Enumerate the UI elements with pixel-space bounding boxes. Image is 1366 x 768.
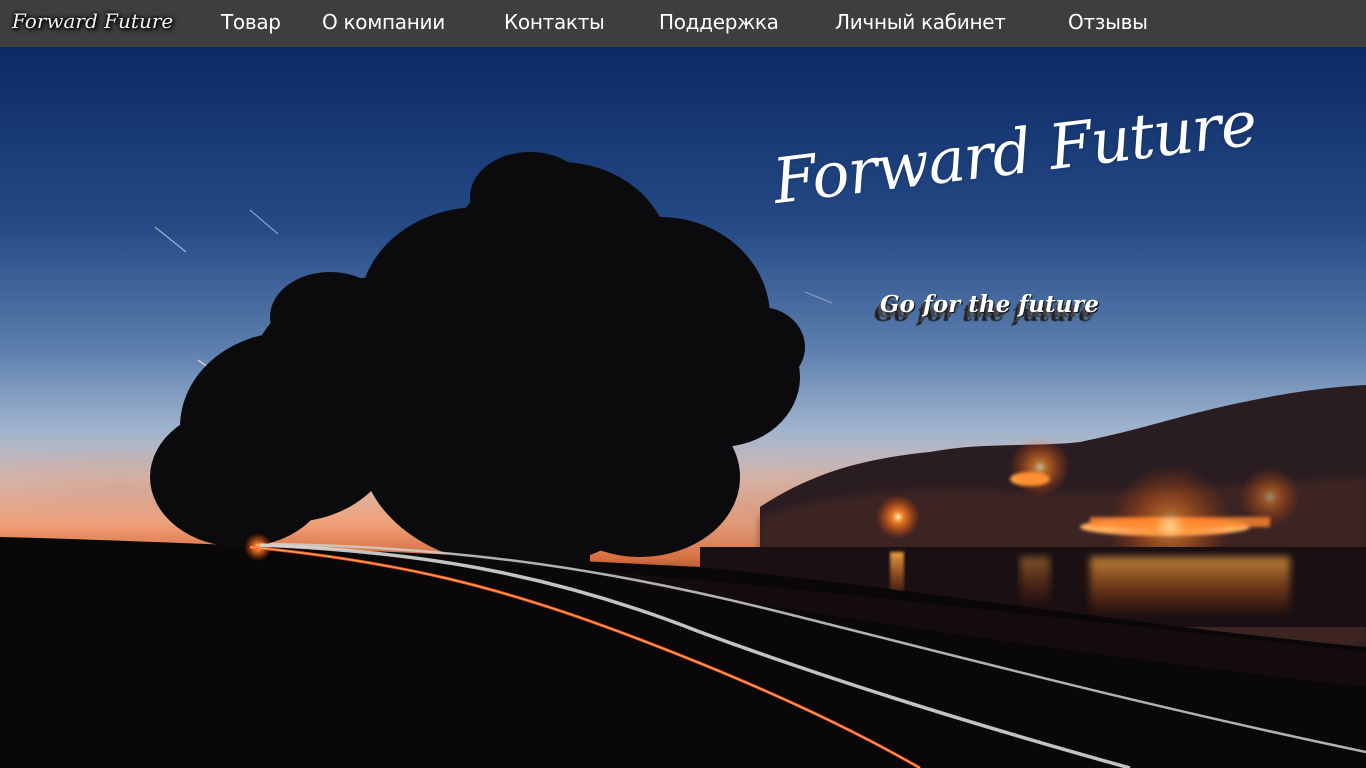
nav-link-account[interactable]: Личный кабинет [835, 10, 1006, 34]
nav-link-reviews[interactable]: Отзывы [1068, 10, 1148, 34]
nav-link-support[interactable]: Поддержка [659, 10, 779, 34]
nav-link-products[interactable]: Товар [221, 10, 281, 34]
nav-link-contacts[interactable]: Контакты [504, 10, 605, 34]
site-logo[interactable]: Forward Future [12, 9, 173, 33]
top-navigation-bar: Forward Future Товар О компании Контакты… [0, 0, 1366, 47]
hero-subtitle: Go for the future [880, 291, 1100, 318]
nav-link-about[interactable]: О компании [322, 10, 445, 34]
hero-section: Forward Future Go for the future [0, 47, 1366, 768]
landing-page: Forward Future Товар О компании Контакты… [0, 0, 1366, 768]
